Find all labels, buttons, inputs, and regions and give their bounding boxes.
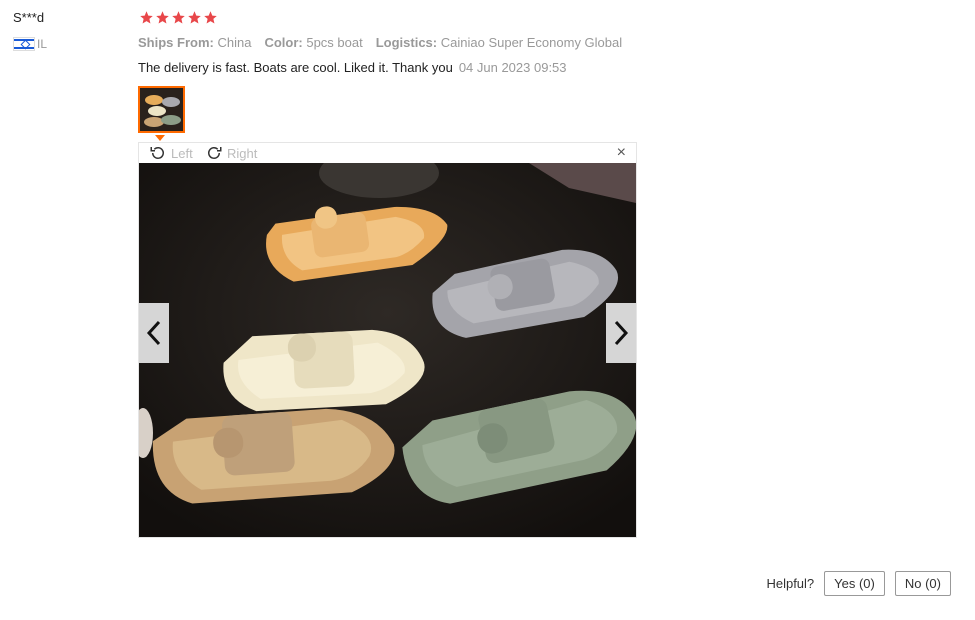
viewer-toolbar: Left Right × — [139, 143, 636, 163]
reviewer-name: S***d — [13, 10, 45, 25]
review-text-line: The delivery is fast. Boats are cool. Li… — [138, 60, 567, 75]
reviewer-country: IL — [13, 37, 47, 51]
boats-photo-image — [139, 163, 636, 537]
rotate-left-icon — [150, 147, 164, 159]
chevron-left-icon — [146, 320, 161, 346]
meta-ships-from: Ships From: China — [138, 35, 252, 50]
star-rating — [139, 10, 218, 25]
next-photo-button[interactable] — [606, 303, 636, 363]
country-code: IL — [37, 37, 48, 51]
boats-thumbnail-image — [140, 88, 183, 131]
meta-logistics: Logistics: Cainiao Super Economy Global — [375, 35, 623, 50]
star-icon — [156, 11, 169, 24]
close-icon[interactable]: × — [617, 144, 626, 162]
meta-color: Color: 5pcs boat — [264, 35, 363, 50]
star-icon — [188, 11, 201, 24]
helpful-label: Helpful? — [766, 576, 815, 591]
helpful-no-button[interactable]: No (0) — [894, 571, 951, 596]
review-photo — [139, 163, 636, 537]
israel-flag-icon — [13, 37, 35, 51]
photo-viewer: Left Right × — [138, 142, 637, 538]
chevron-right-icon — [614, 320, 629, 346]
star-icon — [172, 11, 185, 24]
order-meta: Ships From: China Color: 5pcs boat Logis… — [138, 35, 622, 50]
rotate-right-button[interactable]: Right — [205, 144, 257, 162]
star-icon — [140, 11, 153, 24]
helpful-section: Helpful? Yes (0) No (0) — [766, 571, 951, 596]
rotate-right-icon — [208, 147, 222, 159]
review-text: The delivery is fast. Boats are cool. Li… — [138, 60, 453, 75]
rotate-left-label: Left — [171, 145, 193, 161]
star-icon — [204, 11, 217, 24]
rotate-right-label: Right — [227, 145, 258, 161]
thumbnail-selected-caret — [155, 135, 165, 141]
previous-photo-button[interactable] — [139, 303, 169, 363]
helpful-yes-button[interactable]: Yes (0) — [824, 571, 885, 596]
rotate-left-button[interactable]: Left — [149, 144, 193, 162]
review-photo-thumbnail[interactable] — [138, 86, 185, 133]
review-date: 04 Jun 2023 09:53 — [458, 60, 567, 75]
